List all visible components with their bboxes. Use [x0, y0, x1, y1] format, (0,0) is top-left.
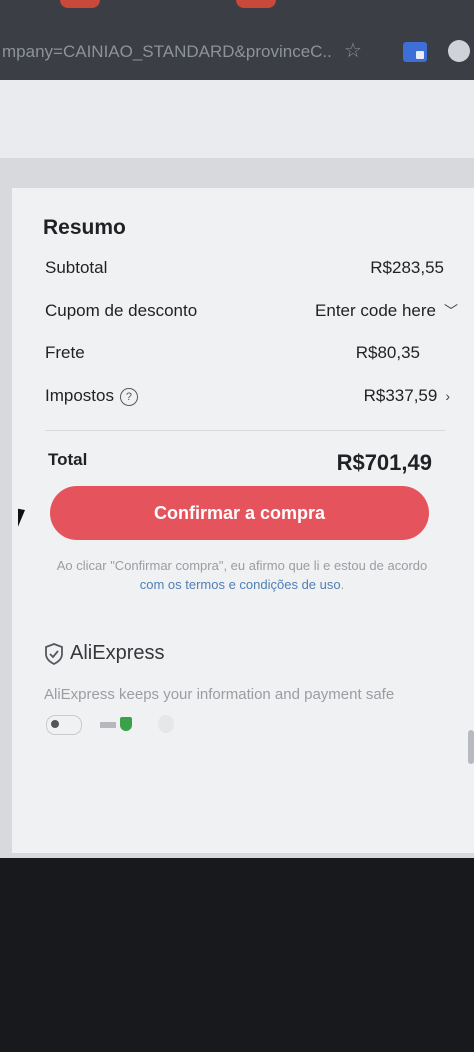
security-message: AliExpress keeps your information and pa…: [44, 686, 395, 703]
screen-bezel: [0, 858, 474, 1052]
tab-indicator: [236, 0, 276, 8]
shipping-row: Frete R$80,35: [12, 340, 474, 370]
brand-name: AliExpress: [70, 642, 165, 664]
bookmark-star-icon[interactable]: ☆: [344, 40, 364, 62]
order-summary-card: Resumo Subtotal R$283,55 Cupom de descon…: [12, 188, 474, 853]
security-badge-icon: [46, 715, 82, 735]
subtotal-value: R$283,55: [370, 258, 444, 277]
taxes-row[interactable]: Impostos? R$337,59 ›: [12, 383, 474, 413]
ssl-badge-icon: [100, 715, 134, 733]
browser-toolbar: mpany=CAINIAO_STANDARD&provinceC... ☆: [0, 0, 474, 80]
mouse-cursor-icon: [18, 508, 32, 530]
terms-suffix: .: [340, 577, 345, 592]
summary-divider: [45, 430, 445, 431]
chevron-down-icon: ﹀: [444, 303, 458, 319]
address-bar-url[interactable]: mpany=CAINIAO_STANDARD&provinceC...: [2, 40, 332, 64]
taxes-value-group[interactable]: R$337,59 ›: [364, 386, 450, 406]
taxes-value: R$337,59: [363, 386, 438, 405]
verified-badge-icon: [158, 715, 174, 733]
shipping-value: R$80,35: [355, 343, 420, 362]
tab-indicator: [60, 0, 100, 8]
terms-link[interactable]: com os termos e condições de uso: [140, 577, 341, 592]
terms-notice: Ao clicar "Confirmar compra", eu afirmo …: [52, 556, 432, 594]
taxes-label-group: Impostos?: [45, 386, 138, 406]
coupon-label: Cupom de desconto: [45, 301, 198, 320]
coupon-value: Enter code here: [315, 301, 436, 320]
chevron-right-icon: ›: [445, 388, 450, 404]
shield-check-icon: [45, 643, 63, 665]
summary-title: Resumo: [43, 216, 126, 239]
page-header-area: [0, 80, 474, 158]
help-icon[interactable]: ?: [119, 388, 138, 406]
total-label: Total: [48, 450, 88, 469]
total-value: R$701,49: [336, 450, 432, 475]
coupon-input-toggle[interactable]: Enter code here ﹀: [315, 301, 458, 321]
coupon-row[interactable]: Cupom de desconto Enter code here ﹀: [12, 298, 474, 328]
subtotal-row: Subtotal R$283,55: [12, 255, 474, 285]
subtotal-label: Subtotal: [45, 258, 108, 277]
taxes-label: Impostos: [45, 386, 114, 405]
translate-icon[interactable]: [403, 42, 427, 62]
terms-prefix: Ao clicar "Confirmar compra", eu afirmo …: [56, 558, 428, 573]
extension-icon[interactable]: [448, 40, 470, 62]
shipping-label: Frete: [45, 343, 85, 362]
scrollbar[interactable]: [468, 730, 474, 764]
confirm-purchase-button[interactable]: Confirmar a compra: [50, 486, 429, 540]
